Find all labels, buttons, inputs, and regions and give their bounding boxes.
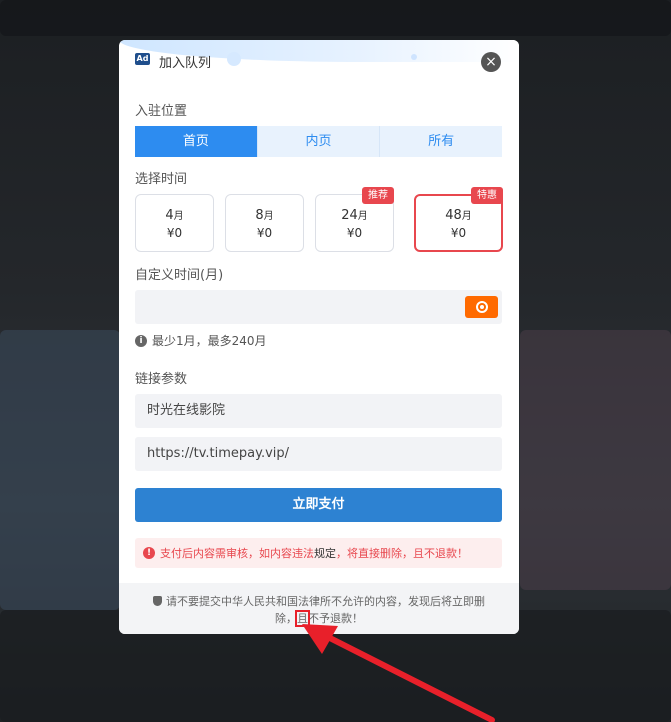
- custom-time-input[interactable]: [135, 290, 502, 324]
- tab-home[interactable]: 首页: [135, 126, 258, 157]
- option-price: ¥0: [450, 226, 467, 240]
- ad-icon: Ad: [135, 53, 150, 65]
- option-months: 24: [341, 208, 358, 223]
- option-price: ¥0: [256, 226, 273, 240]
- background-header: [0, 0, 671, 36]
- time-option-8[interactable]: 8月 ¥0: [225, 194, 304, 252]
- footer-line-2c: 不予退款！: [308, 612, 363, 625]
- footer-line-1: 请不要提交中华人民共和国法律所不允许的内容，发现后将立即删: [166, 595, 485, 608]
- option-unit: 月: [173, 211, 184, 222]
- payment-warning: ! 支付后内容需审核，如内容违法 规定 ，将直接删除，且不退款！: [135, 538, 502, 568]
- option-price: ¥0: [346, 226, 363, 240]
- custom-time-label: 自定义时间(月): [135, 268, 224, 283]
- option-months: 8: [255, 208, 264, 223]
- background-thumbnail-right: [520, 330, 671, 590]
- warning-text-2: 规定: [314, 547, 336, 560]
- time-option-24[interactable]: 推荐 24月 ¥0: [315, 187, 394, 252]
- option-months: 4: [165, 208, 174, 223]
- option-months: 48: [445, 208, 462, 223]
- time-option-4[interactable]: 4月 ¥0: [135, 194, 214, 252]
- warning-text-1: 支付后内容需审核，如内容违法: [160, 547, 314, 560]
- pay-now-button[interactable]: 立即支付: [135, 488, 502, 522]
- link-params-label: 链接参数: [135, 372, 188, 387]
- time-option-48[interactable]: 特惠 48月 ¥0: [414, 187, 503, 252]
- join-queue-modal: Ad 加入队列 × 入驻位置 首页 内页 所有 选择时间 4月 ¥0 8月 ¥0…: [119, 40, 519, 634]
- tab-inner[interactable]: 内页: [258, 126, 381, 157]
- footer-notice: 请不要提交中华人民共和国法律所不允许的内容，发现后将立即删 除，且不予退款！: [119, 583, 519, 634]
- option-unit: 月: [357, 211, 368, 222]
- recommend-badge: 推荐: [362, 187, 394, 204]
- info-icon: i: [135, 334, 147, 347]
- decoration-dot: [411, 54, 417, 60]
- option-unit: 月: [263, 211, 274, 222]
- background-thumbnail-left: [0, 330, 120, 610]
- discount-badge: 特惠: [471, 187, 503, 204]
- shield-icon: [153, 596, 162, 606]
- footer-line-2a: 除，: [275, 612, 297, 625]
- site-url-input[interactable]: https://tv.timepay.vip/: [135, 437, 502, 471]
- warning-text-3: ，将直接删除，且不退款！: [336, 547, 468, 560]
- option-price: ¥0: [166, 226, 183, 240]
- site-name-input[interactable]: 时光在线影院: [135, 394, 502, 428]
- confirm-custom-time-button[interactable]: [465, 296, 498, 318]
- tab-all[interactable]: 所有: [380, 126, 502, 157]
- position-tabs: 首页 内页 所有: [135, 126, 502, 157]
- time-label: 选择时间: [135, 172, 188, 187]
- custom-time-hint: i 最少1月，最多240月: [135, 332, 267, 349]
- highlighted-text: 且: [295, 610, 310, 627]
- radio-icon: [476, 301, 488, 313]
- modal-title: 加入队列: [159, 56, 212, 71]
- position-label: 入驻位置: [135, 104, 188, 119]
- option-unit: 月: [461, 211, 472, 222]
- hint-text: 最少1月，最多240月: [152, 334, 267, 348]
- warning-icon: !: [143, 547, 155, 559]
- close-icon[interactable]: ×: [481, 52, 501, 72]
- decoration-dot: [227, 52, 241, 66]
